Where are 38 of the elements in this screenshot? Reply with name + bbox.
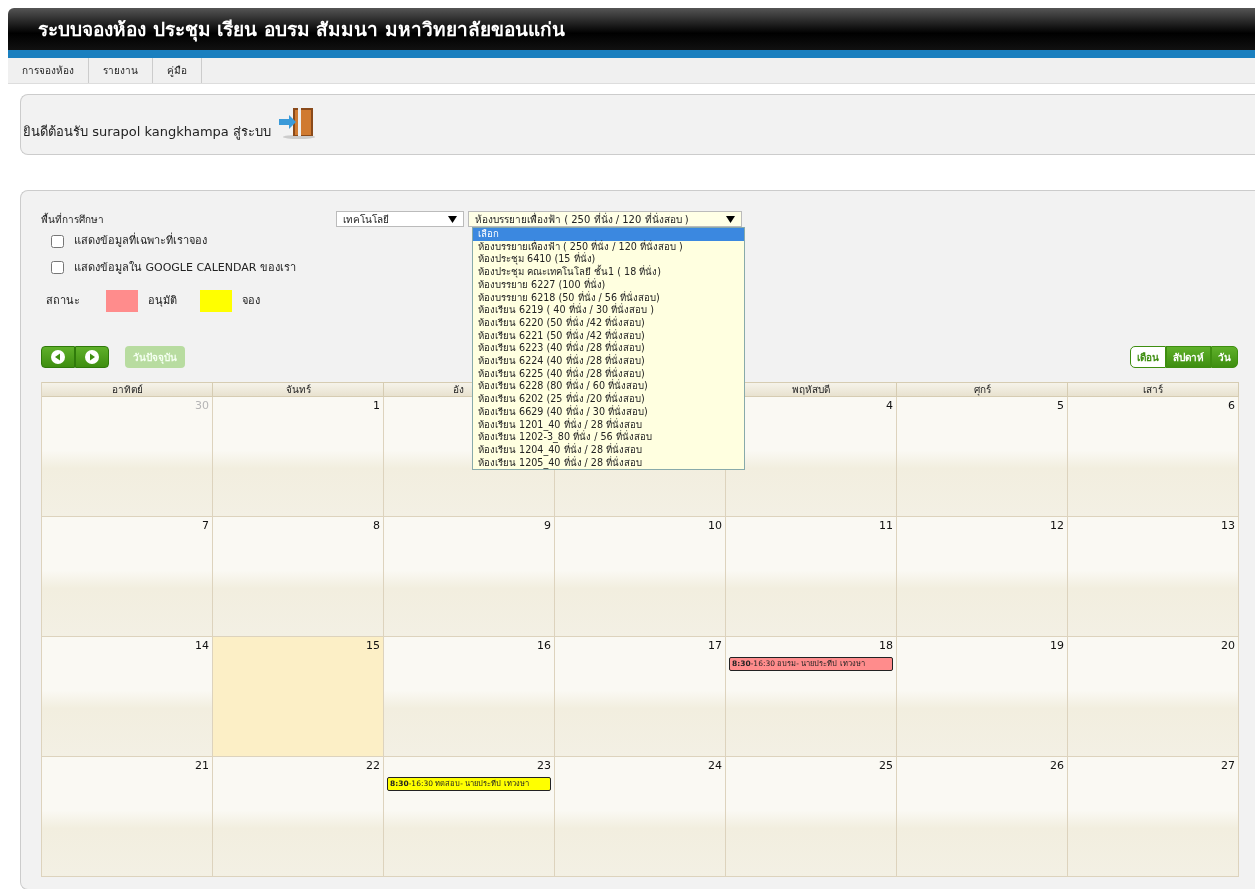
day-number: 20 — [1220, 638, 1235, 654]
day-number: 30 — [194, 398, 209, 414]
day-number: 11 — [878, 518, 893, 534]
day-number: 1 — [372, 398, 380, 414]
checkbox-label: แสดงข้อมูลที่เฉพาะที่เราจอง — [74, 233, 207, 249]
field-label: พื้นที่การศึกษา — [41, 211, 105, 227]
day-number: 4 — [885, 398, 893, 414]
day-number: 14 — [194, 638, 209, 654]
app-title: ระบบจองห้อง ประชุม เรียน อบรม สัมมนา มหาวิทยาลัยขอนแก่น — [38, 17, 566, 41]
day-number: 25 — [878, 758, 893, 774]
day-number: 5 — [1056, 398, 1064, 414]
day-number: 9 — [543, 518, 551, 534]
weekday-header: เสาร์ — [1068, 382, 1239, 397]
day-number: 8 — [372, 518, 380, 534]
day-number: 19 — [1049, 638, 1064, 654]
day-number: 26 — [1049, 758, 1064, 774]
day-number: 10 — [707, 518, 722, 534]
weekday-header: จันทร์ — [213, 382, 384, 397]
day-number: 27 — [1220, 758, 1235, 774]
day-number: 22 — [365, 758, 380, 774]
legend-text: จอง — [242, 292, 261, 309]
day-number: 12 — [1049, 518, 1064, 534]
day-number: 21 — [194, 758, 209, 774]
welcome-text: ยินดีต้อนรับ surapol kangkhampa สู่ระบบ — [23, 122, 271, 142]
day-number: 15 — [365, 638, 380, 654]
day-number: 18 — [878, 638, 893, 654]
day-number: 6 — [1227, 398, 1235, 414]
day-number: 24 — [707, 758, 722, 774]
weekday-header: อาทิตย์ — [42, 382, 213, 397]
day-number: 16 — [536, 638, 551, 654]
legend-label: สถานะ — [46, 292, 81, 309]
day-number: 7 — [201, 518, 209, 534]
day-number: 13 — [1220, 518, 1235, 534]
day-number: 23 — [536, 758, 551, 774]
day-number: 17 — [707, 638, 722, 654]
checkbox-label: แสดงข้อมูลใน GOOGLE CALENDAR ของเรา — [74, 259, 296, 276]
weekday-header: ศุกร์ — [897, 382, 1068, 397]
legend-text: อนุมัติ — [148, 292, 178, 309]
